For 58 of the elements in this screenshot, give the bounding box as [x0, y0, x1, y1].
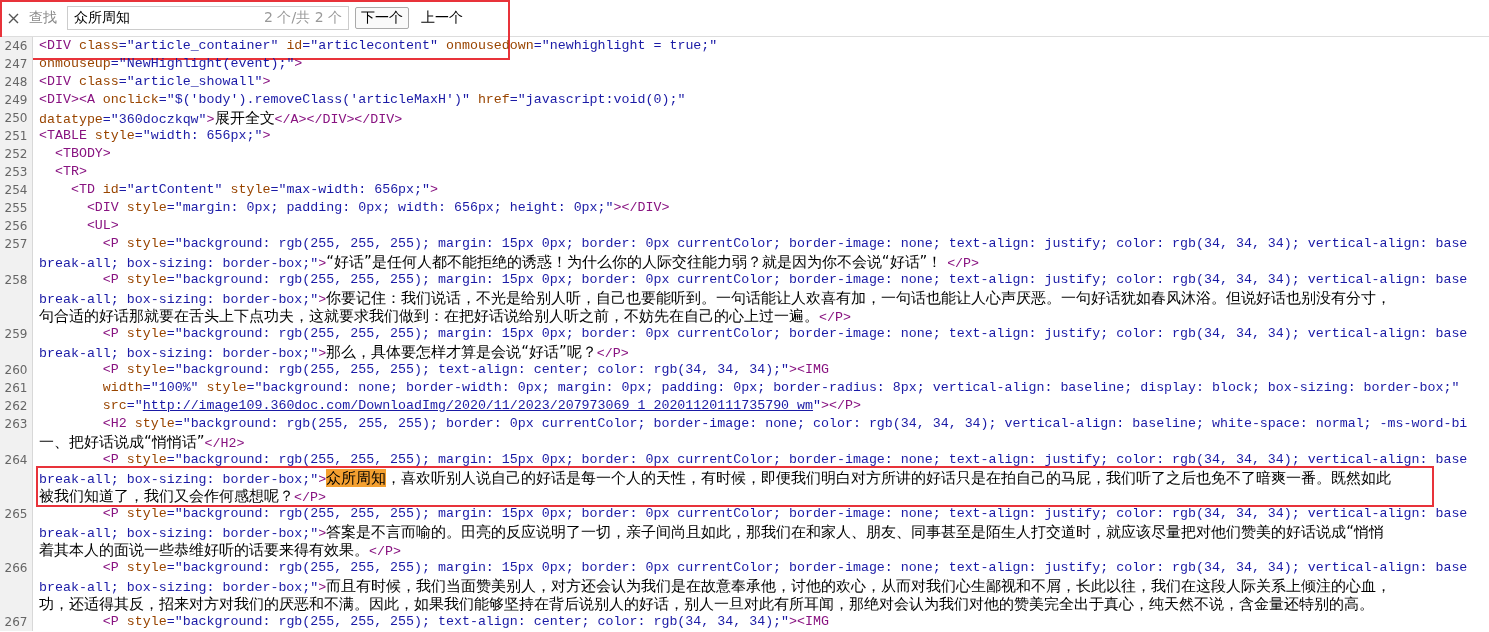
- code-line: <P style="background: rgb(255, 255, 255); margin: 15px 0px; border: 0px currentColor; border-image: none; text-align: justify; color: rgb(34, 34, 34); vertical-align: base: [101, 505, 1468, 523]
- code-line: break-all; box-sizing: border-box;">答案是不言而喻的。田亮的反应说明了一切，亲子间尚且如此，那我们在和家人、朋友、同事甚至是陌生人打交道时，就应该尽量把对他们赞美的好话说成“悄悄: [39, 523, 1386, 541]
- line-number: 263: [3, 416, 29, 433]
- find-label: 查找: [29, 9, 57, 27]
- search-field[interactable]: 众所周知 2 个/共 2 个: [67, 6, 349, 30]
- line-number: 261: [3, 380, 29, 397]
- code-line: 功，还适得其反，招来对方对我们的厌恶和不满。因此，如果我们能够坚持在背后说别人的好话，别人一旦对此有所耳闻，那绝对会认为我们对他的赞美完全出于真心，纯天然不说，含金量还特别的高。: [39, 595, 1375, 613]
- line-number: 264: [3, 452, 29, 469]
- code-line: <TBODY>: [53, 145, 111, 163]
- code-line: 着其本人的面说一些恭维好听的话要来得有效果。</P>: [39, 541, 402, 559]
- line-number: 252: [3, 146, 29, 163]
- line-number: 267: [3, 614, 29, 631]
- line-number: 255: [3, 200, 29, 217]
- code-line: <P style="background: rgb(255, 255, 255); margin: 15px 0px; border: 0px currentColor; border-image: none; text-align: justify; color: rgb(34, 34, 34); vertical-align: base: [101, 559, 1468, 577]
- code-line: break-all; box-sizing: border-box;">那么，具体要怎样才算是会说“好话”呢？</P>: [39, 343, 630, 361]
- line-number: 260: [3, 362, 29, 379]
- code-line: <DIV style="margin: 0px; padding: 0px; width: 656px; height: 0px;"></DIV>: [85, 199, 670, 217]
- code-line: 一、把好话说成“悄悄话”</H2>: [39, 433, 246, 451]
- line-number: 265: [3, 506, 29, 523]
- line-number: 246: [3, 38, 29, 55]
- line-number: 253: [3, 164, 29, 181]
- line-number: 259: [3, 326, 29, 343]
- code-line: <DIV><A onclick="$('body').removeClass('articleMaxH')" href="javascript:void(0);": [39, 91, 686, 109]
- code-line: datatype="360doczkqw">展开全文</A></DIV></DIV>: [39, 109, 403, 127]
- code-line: <TD id="artContent" style="max-width: 656px;">: [69, 181, 438, 199]
- code-line: 句合适的好话那就要在舌头上下点功夫，这就要求我们做到：在把好话说给别人听之前，不妨先在自己的心上过一遍。</P>: [39, 307, 852, 325]
- line-number: 266: [3, 560, 29, 577]
- code-line: <TABLE style="width: 656px;">: [39, 127, 271, 145]
- code-line: width="100%" style="background: none; border-width: 0px; margin: 0px; padding: 0px; border-radius: 8px; vertical-align: baseline; display: block; box-sizing: border-box;": [101, 379, 1460, 397]
- line-number: 262: [3, 398, 29, 415]
- code-line: src="http://image109.360doc.com/DownloadImg/2020/11/2023/207973069_1_20201120111735790_wm"></P>: [101, 397, 861, 415]
- code-line: 被我们知道了，我们又会作何感想呢？</P>: [39, 487, 327, 505]
- code-line: <TR>: [53, 163, 87, 181]
- code-line: <P style="background: rgb(255, 255, 255); margin: 15px 0px; border: 0px currentColor; border-image: none; text-align: justify; color: rgb(34, 34, 34); vertical-align: base: [101, 271, 1468, 289]
- line-number: 248: [3, 74, 29, 91]
- line-number: 249: [3, 92, 29, 109]
- next-button[interactable]: 下一个: [355, 7, 409, 29]
- line-number: 258: [3, 272, 29, 289]
- code-line: <H2 style="background: rgb(255, 255, 255); border: 0px currentColor; border-image: none; color: rgb(34, 34, 34); vertical-align: baseline; white-space: normal; -ms-word-bi: [101, 415, 1468, 433]
- line-number: 247: [3, 56, 29, 73]
- line-number: 251: [3, 128, 29, 145]
- line-number: 257: [3, 236, 29, 253]
- code-line: <P style="background: rgb(255, 255, 255); text-align: center; color: rgb(34, 34, 34);"><IMG: [101, 361, 829, 379]
- line-number: 250: [3, 110, 29, 127]
- code-line: break-all; box-sizing: border-box;">“好话”是任何人都不能拒绝的诱惑！为什么你的人际交往能力弱？就是因为你不会说“好话”！ </P>: [39, 253, 981, 271]
- code-line: <DIV class="article_showall">: [39, 73, 271, 91]
- code-line: onmouseup="NewHighlight(event);">: [39, 55, 303, 73]
- code-line: break-all; box-sizing: border-box;">你要记住：我们说话，不光是给别人听，自己也要能听到。一句话能让人欢喜有加，一句话也能让人心声厌恶。一句好话犹如春风沐浴。但说好话也别没有分寸，: [39, 289, 1393, 307]
- line-number: 254: [3, 182, 29, 199]
- code-line: <P style="background: rgb(255, 255, 255); text-align: center; color: rgb(34, 34, 34);"><IMG: [101, 613, 829, 631]
- close-icon[interactable]: [8, 12, 19, 24]
- code-line: break-all; box-sizing: border-box;">而且有时候，我们当面赞美别人，对方还会认为我们是在故意奉承他，讨他的欢心，从而对我们心生鄙视和不屑，长此以往，我们在这段人际关系上倾注的心血，: [39, 577, 1393, 595]
- code-line: <P style="background: rgb(255, 255, 255); margin: 15px 0px; border: 0px currentColor; border-image: none; text-align: justify; color: rgb(34, 34, 34); vertical-align: base: [101, 235, 1468, 253]
- code-line: <UL>: [85, 217, 119, 235]
- link[interactable]: http://image109.360doc.com/DownloadImg/2020/11/2023/207973069_1_20201120111735790_wm: [142, 398, 814, 413]
- line-number: 256: [3, 218, 29, 235]
- code-line: <P style="background: rgb(255, 255, 255); margin: 15px 0px; border: 0px currentColor; border-image: none; text-align: justify; color: rgb(34, 34, 34); vertical-align: base: [101, 325, 1468, 343]
- code-line: <P style="background: rgb(255, 255, 255); margin: 15px 0px; border: 0px currentColor; border-image: none; text-align: justify; color: rgb(34, 34, 34); vertical-align: base: [101, 451, 1468, 469]
